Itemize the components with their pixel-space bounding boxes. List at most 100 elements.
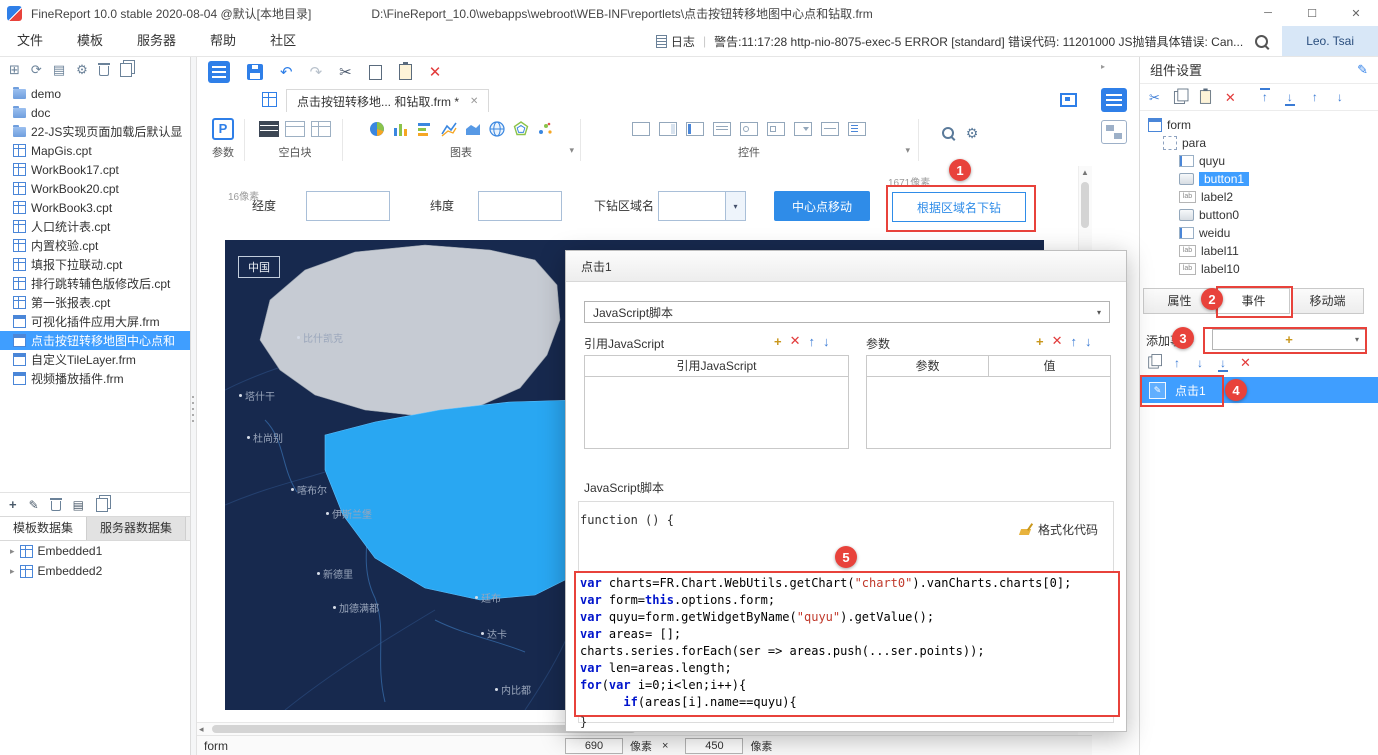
delete-icon[interactable] bbox=[97, 63, 110, 76]
warning-message[interactable]: 警告:11:17:28 http-nio-8075-exec-5 ERROR [… bbox=[714, 33, 1243, 50]
move-down-icon[interactable]: ↓ bbox=[1334, 91, 1346, 103]
column-chart-icon[interactable] bbox=[392, 120, 410, 138]
collapse-icon[interactable]: ▸ bbox=[1101, 62, 1105, 71]
file-tree-item[interactable]: 人口统计表.cpt bbox=[0, 217, 190, 236]
file-tree-item[interactable]: MapGis.cpt bbox=[0, 141, 190, 160]
save-icon[interactable] bbox=[247, 64, 263, 80]
undo-icon[interactable]: ↶ bbox=[280, 65, 293, 80]
component-tree-item[interactable]: quyu bbox=[1140, 152, 1378, 170]
menu-item[interactable]: 社区 bbox=[253, 26, 313, 56]
number-widget-icon[interactable] bbox=[821, 122, 839, 136]
copy-dataset-icon[interactable] bbox=[96, 494, 111, 512]
component-tree-item[interactable]: lab label11 bbox=[1140, 242, 1378, 260]
file-tree-item[interactable]: WorkBook3.cpt bbox=[0, 198, 190, 217]
report-grid-icon[interactable] bbox=[262, 92, 277, 107]
file-tree-item[interactable]: 可视化插件应用大屏.frm bbox=[0, 312, 190, 331]
gear-icon[interactable]: ⚙ bbox=[966, 126, 979, 140]
combobox-dropdown-icon[interactable]: ▾ bbox=[725, 192, 745, 220]
scroll-up-icon[interactable]: ▲ bbox=[1081, 168, 1089, 177]
edit-component-icon[interactable]: ✎ bbox=[1357, 62, 1368, 78]
delete-icon[interactable]: ✕ bbox=[1225, 91, 1236, 104]
search-icon[interactable] bbox=[1255, 34, 1269, 48]
param-down-icon[interactable]: ↓ bbox=[1085, 334, 1092, 349]
status-form-label[interactable]: form bbox=[204, 739, 228, 753]
remove-param-icon[interactable]: ✕ bbox=[1052, 333, 1063, 349]
file-tree-item[interactable]: 22-JS实现页面加载后默认显 bbox=[0, 122, 190, 141]
paste-icon[interactable] bbox=[1199, 88, 1211, 104]
template-icon[interactable] bbox=[208, 61, 230, 83]
event-move-bottom-icon[interactable]: ↓ bbox=[1217, 357, 1229, 372]
report-block-icon[interactable] bbox=[259, 121, 279, 137]
add-param-icon[interactable]: + bbox=[1036, 334, 1044, 349]
event-type-select[interactable]: JavaScript脚本 ▾ bbox=[584, 301, 1110, 323]
move-center-button[interactable]: 中心点移动 bbox=[774, 191, 870, 221]
menu-item[interactable]: 帮助 bbox=[193, 26, 253, 56]
body-view-icon[interactable] bbox=[1101, 120, 1127, 144]
ref-js-table[interactable]: 引用JavaScript bbox=[584, 355, 849, 449]
dataset-item[interactable]: ▸ Embedded1 bbox=[0, 541, 190, 561]
add-ref-icon[interactable]: + bbox=[774, 334, 782, 349]
file-tree-item[interactable]: 内置校验.cpt bbox=[0, 236, 190, 255]
delete-dataset-icon[interactable] bbox=[49, 498, 62, 511]
paste-icon[interactable] bbox=[398, 62, 412, 80]
format-code-button[interactable]: 格式化代码 bbox=[1019, 521, 1098, 538]
radar-chart-icon[interactable] bbox=[512, 120, 530, 138]
dataset-tab[interactable]: 服务器数据集 bbox=[87, 517, 187, 540]
dialog-header[interactable]: 点击1 bbox=[566, 251, 1126, 282]
locate-template-icon[interactable]: ▤ bbox=[53, 63, 65, 76]
menu-item[interactable]: 服务器 bbox=[120, 26, 193, 56]
longitude-input[interactable] bbox=[306, 191, 390, 221]
user-account[interactable]: Leo. Tsai bbox=[1282, 26, 1378, 56]
event-move-down-icon[interactable]: ↓ bbox=[1194, 357, 1206, 369]
date-widget-icon[interactable] bbox=[713, 122, 731, 136]
settings-tab[interactable]: 事件 bbox=[1217, 288, 1290, 314]
cut-icon[interactable]: ✂ bbox=[1149, 91, 1160, 104]
form-view-icon[interactable] bbox=[1101, 88, 1127, 112]
table-block-icon[interactable] bbox=[311, 121, 331, 137]
bar-chart-icon[interactable] bbox=[416, 120, 434, 138]
scatter-chart-icon[interactable] bbox=[536, 120, 554, 138]
radio-widget-icon[interactable] bbox=[740, 122, 758, 136]
dataset-tab[interactable]: 模板数据集 bbox=[0, 517, 88, 540]
map-chart-icon[interactable] bbox=[488, 120, 506, 138]
textarea-widget-icon[interactable] bbox=[659, 122, 677, 136]
component-tree-item[interactable]: lab label2 bbox=[1140, 188, 1378, 206]
component-tree-item[interactable]: weidu bbox=[1140, 224, 1378, 242]
log-label[interactable]: 日志 bbox=[671, 33, 695, 50]
edit-dataset-icon[interactable]: ✎ bbox=[29, 498, 39, 512]
file-tree-item[interactable]: 第一张报表.cpt bbox=[0, 293, 190, 312]
drill-by-region-button[interactable]: 根据区域名下钻 bbox=[892, 192, 1026, 222]
scroll-left-icon[interactable]: ◂ bbox=[199, 724, 204, 735]
ref-up-icon[interactable]: ↑ bbox=[809, 334, 816, 349]
move-top-icon[interactable]: ↑ bbox=[1259, 88, 1271, 103]
list-widget-icon[interactable] bbox=[848, 122, 866, 136]
chart-more-icon[interactable]: ▾ bbox=[569, 145, 574, 156]
file-tree-item[interactable]: WorkBook20.cpt bbox=[0, 179, 190, 198]
widget-more-icon[interactable]: ▾ bbox=[905, 145, 910, 156]
component-tree-item[interactable]: para bbox=[1140, 134, 1378, 152]
event-move-up-icon[interactable]: ↑ bbox=[1171, 357, 1183, 369]
event-list-item[interactable]: ✎ 点击1 bbox=[1140, 377, 1378, 403]
panel-splitter[interactable] bbox=[191, 56, 197, 755]
new-template-icon[interactable]: ⊞ bbox=[9, 63, 20, 76]
refresh-icon[interactable]: ⟳ bbox=[31, 63, 42, 76]
file-tree-item[interactable]: 填报下拉联动.cpt bbox=[0, 255, 190, 274]
move-bottom-icon[interactable]: ↓ bbox=[1284, 91, 1296, 106]
file-tree-item[interactable]: WorkBook17.cpt bbox=[0, 160, 190, 179]
menu-item[interactable]: 模板 bbox=[60, 26, 120, 56]
textfield-widget-icon[interactable] bbox=[632, 122, 650, 136]
parameter-pane-icon[interactable]: P bbox=[212, 118, 234, 140]
expand-icon[interactable]: ▸ bbox=[10, 546, 15, 557]
file-tree-item[interactable]: demo bbox=[0, 84, 190, 103]
checkbox-widget-icon[interactable] bbox=[767, 122, 785, 136]
component-tree-item[interactable]: button1 bbox=[1140, 170, 1378, 188]
file-tree-item[interactable]: 自定义TileLayer.frm bbox=[0, 350, 190, 369]
chart-block-icon[interactable] bbox=[285, 121, 305, 137]
preview-dataset-icon[interactable]: ▤ bbox=[73, 498, 84, 512]
expand-icon[interactable]: ▸ bbox=[10, 566, 15, 577]
settings-icon[interactable]: ⚙ bbox=[76, 63, 88, 76]
body-height-input[interactable]: 450 bbox=[685, 738, 744, 754]
delete-icon[interactable]: ✕ bbox=[429, 65, 442, 80]
pie-chart-icon[interactable] bbox=[368, 120, 386, 138]
file-tree-item[interactable]: 点击按钮转移地图中心点和 bbox=[0, 331, 190, 350]
